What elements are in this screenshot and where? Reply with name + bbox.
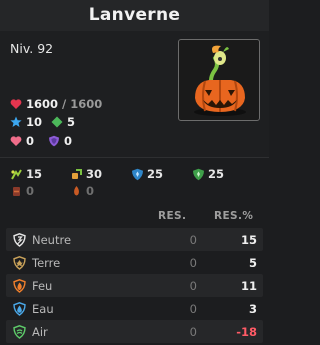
res-row-terre: Terre 0 5	[6, 251, 263, 274]
header: Lanverne	[0, 0, 269, 31]
element-water-icon	[13, 301, 26, 316]
heart-icon	[10, 99, 22, 109]
hp-max: / 1600	[62, 97, 103, 111]
element-fire-icon	[13, 278, 26, 293]
res-value: 0	[189, 324, 197, 339]
hp-current: 1600	[26, 97, 59, 111]
shield-value: 0	[64, 134, 73, 148]
heal-value: 0	[26, 134, 35, 148]
push-damage-value: 0	[86, 184, 95, 198]
element-neutral-icon	[13, 232, 26, 247]
res-pct-column-header: RES.%	[214, 210, 254, 222]
heal-heart-icon	[10, 136, 22, 146]
element-name: Neutre	[32, 232, 72, 247]
mp-stat: 5	[51, 115, 75, 129]
res-value: 0	[189, 278, 197, 293]
res-row-eau: Eau 0 3	[6, 297, 263, 320]
res-row-feu: Feu 0 11	[6, 274, 263, 297]
element-earth-icon	[13, 255, 26, 270]
crit-res-stat: 25	[131, 167, 163, 181]
push-value: 30	[86, 167, 103, 181]
res-pct-value: -18	[236, 324, 257, 339]
res-pct-value: 3	[248, 301, 257, 316]
level-label: Niv. 92	[10, 41, 54, 56]
crit-res-value: 25	[147, 167, 164, 181]
hp-stat: 1600 / 1600	[10, 97, 102, 111]
res-pct-value: 15	[240, 232, 257, 247]
push-icon	[72, 168, 82, 179]
element-air-icon	[13, 324, 26, 339]
retreat-value: 0	[26, 184, 35, 198]
ap-stat: 10	[10, 115, 42, 129]
push-damage-icon	[74, 185, 79, 195]
element-name: Feu	[32, 278, 53, 293]
push-damage-stat: 0	[70, 184, 94, 198]
element-name: Eau	[32, 301, 54, 316]
res-row-neutre: Neutre 0 15	[6, 228, 263, 251]
summon-stat: 15	[10, 167, 42, 181]
pumpkin-monster-image	[194, 45, 246, 116]
res-value: 0	[189, 255, 197, 270]
retreat-stat: 0	[10, 184, 34, 198]
summon-value: 15	[26, 167, 43, 181]
range-shield-icon	[193, 168, 204, 180]
summon-icon	[11, 168, 22, 179]
range-res-value: 25	[208, 167, 225, 181]
element-name: Terre	[32, 255, 61, 270]
retreat-icon	[13, 186, 20, 196]
shield-stat: 0	[48, 134, 72, 148]
element-name: Air	[32, 324, 48, 339]
shield-icon	[49, 135, 59, 147]
push-stat: 30	[70, 167, 102, 181]
crit-shield-icon	[132, 168, 143, 180]
heal-stat: 0	[10, 134, 34, 148]
res-value: 0	[189, 232, 197, 247]
res-row-air: Air 0 -18	[6, 320, 263, 343]
res-value: 0	[189, 301, 197, 316]
range-res-stat: 25	[192, 167, 224, 181]
secondary-stats-panel	[0, 158, 269, 204]
res-pct-value: 5	[248, 255, 257, 270]
ap-value: 10	[26, 115, 43, 129]
monster-name: Lanverne	[88, 5, 181, 25]
mp-value: 5	[67, 115, 76, 129]
diamond-icon	[51, 116, 63, 128]
star-icon	[10, 116, 22, 127]
res-column-header: RES.	[158, 210, 187, 222]
monster-portrait	[178, 39, 260, 121]
res-pct-value: 11	[240, 278, 257, 293]
